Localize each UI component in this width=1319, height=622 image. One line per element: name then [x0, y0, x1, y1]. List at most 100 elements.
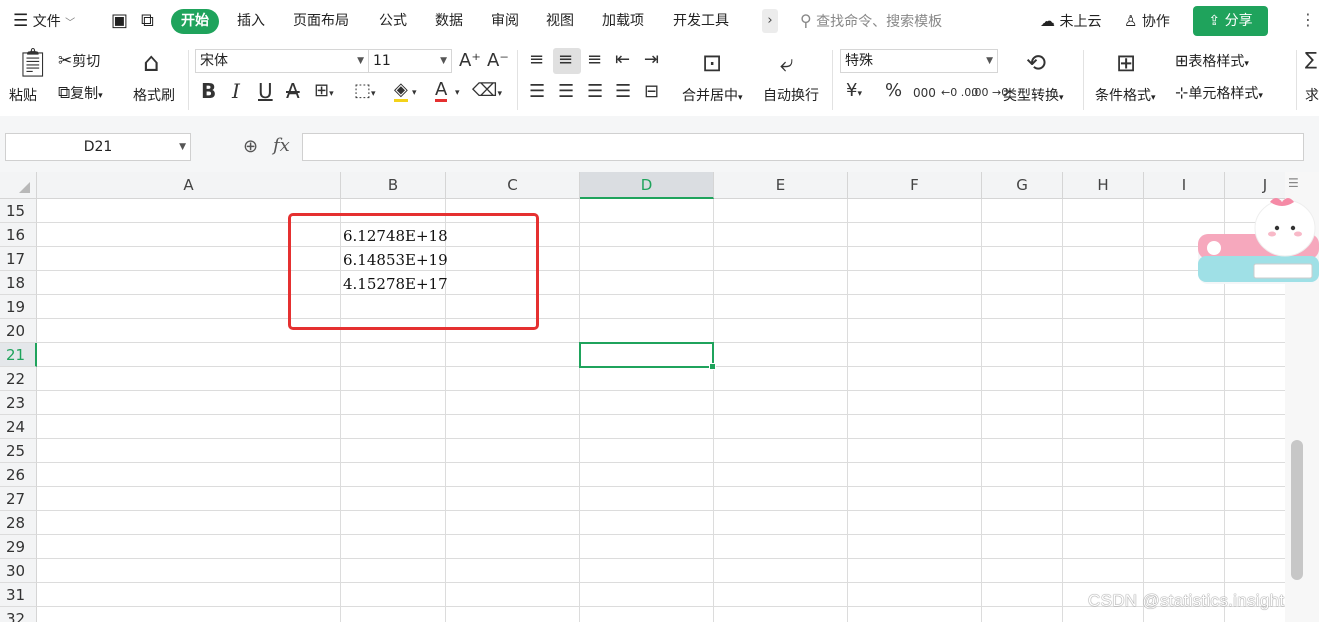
select-all-button[interactable]	[0, 172, 37, 199]
row-header-18[interactable]: 18	[0, 271, 37, 295]
file-menu[interactable]: ☰ 文件 ﹀	[13, 0, 75, 42]
search-box[interactable]: ⚲ 查找命令、搜索模板	[800, 0, 942, 42]
row-header-19[interactable]: 19	[0, 295, 37, 319]
tab-developer[interactable]: 开发工具	[673, 0, 729, 42]
column-header-c[interactable]: C	[446, 172, 580, 199]
align-right-icon[interactable]: ☰	[587, 82, 603, 102]
tab-home[interactable]: 开始	[171, 9, 219, 34]
wrap-text-icon[interactable]: ⤶	[780, 50, 793, 76]
underline-icon[interactable]: U	[258, 81, 273, 101]
row-header-27[interactable]: 27	[0, 487, 37, 511]
column-header-d[interactable]: D	[580, 172, 714, 199]
increase-indent-icon[interactable]: ⇥	[644, 50, 659, 70]
font-size-select[interactable]: 11 ▼	[368, 49, 452, 73]
align-middle-icon[interactable]: ≡	[558, 50, 573, 70]
more-options-icon[interactable]: ⋮	[1300, 10, 1316, 29]
percent-icon[interactable]: %	[885, 81, 902, 101]
column-header-h[interactable]: H	[1063, 172, 1144, 199]
row-header-17[interactable]: 17	[0, 247, 37, 271]
selected-cell-d21[interactable]	[579, 342, 716, 370]
save-icon[interactable]: ▣	[111, 0, 128, 42]
bold-icon[interactable]: B	[201, 81, 216, 101]
tab-view[interactable]: 视图	[546, 0, 574, 42]
row-header-25[interactable]: 25	[0, 439, 37, 463]
cut-button[interactable]: ✂剪切	[58, 51, 100, 71]
row-header-20[interactable]: 20	[0, 319, 37, 343]
fill-pattern-icon[interactable]: ⬚▾	[354, 81, 376, 104]
row-header-22[interactable]: 22	[0, 367, 37, 391]
column-header-a[interactable]: A	[37, 172, 341, 199]
eraser-icon[interactable]: ⌫▾	[472, 81, 502, 104]
strikethrough-icon[interactable]: A	[286, 81, 300, 101]
zoom-icon[interactable]: ⊕	[243, 136, 258, 157]
row-header-16[interactable]: 16	[0, 223, 37, 247]
decrease-indent-icon[interactable]: ⇤	[615, 50, 630, 70]
formula-input[interactable]	[302, 133, 1304, 161]
row-header-29[interactable]: 29	[0, 535, 37, 559]
distribute-icon[interactable]: ⊟	[644, 82, 659, 102]
conditional-format-button[interactable]: 条件格式▾	[1095, 85, 1156, 105]
fx-icon[interactable]: fx	[273, 135, 290, 156]
tab-page-layout[interactable]: 页面布局	[293, 0, 349, 42]
thousands-icon[interactable]: 000	[913, 83, 936, 103]
chevron-down-icon[interactable]: ▾	[455, 83, 460, 103]
merge-center-button[interactable]: 合并居中▾	[682, 85, 743, 105]
border-icon[interactable]: ⊞▾	[314, 81, 334, 104]
column-header-e[interactable]: E	[714, 172, 848, 199]
collab-button[interactable]: ♙ 协作	[1124, 0, 1170, 42]
sum-icon[interactable]: ∑	[1305, 50, 1317, 70]
align-left-icon[interactable]: ☰	[529, 82, 545, 102]
column-header-b[interactable]: B	[341, 172, 446, 199]
row-header-28[interactable]: 28	[0, 511, 37, 535]
merge-cells-icon[interactable]: ⊡	[702, 50, 722, 76]
chevron-down-icon[interactable]: ▾	[412, 83, 417, 103]
column-header-g[interactable]: G	[982, 172, 1063, 199]
tab-insert[interactable]: 插入	[237, 0, 265, 42]
align-center-icon[interactable]: ☰	[558, 82, 574, 102]
tab-data[interactable]: 数据	[435, 0, 463, 42]
row-header-23[interactable]: 23	[0, 391, 37, 415]
row-header-31[interactable]: 31	[0, 583, 37, 607]
paste-button[interactable]: 粘贴	[9, 85, 37, 105]
sum-button[interactable]: 求	[1305, 85, 1319, 105]
scroll-menu-icon[interactable]: ☰	[1288, 176, 1299, 190]
row-header-32[interactable]: 32	[0, 607, 37, 622]
row-header-21[interactable]: 21	[0, 343, 37, 367]
type-convert-button[interactable]: 类型转换▾	[1003, 85, 1064, 105]
cell-style-button[interactable]: ⊹单元格样式▾	[1175, 83, 1263, 103]
scrollbar-thumb[interactable]	[1291, 440, 1303, 580]
font-color-icon[interactable]: A	[435, 81, 448, 102]
name-box[interactable]: D21 ▼	[5, 133, 191, 161]
copy-button[interactable]: ⧉复制▾	[58, 83, 103, 103]
conditional-format-icon[interactable]: ⊞	[1116, 50, 1136, 76]
row-header-24[interactable]: 24	[0, 415, 37, 439]
paste-icon[interactable]: 📋︎	[15, 48, 51, 78]
row-header-15[interactable]: 15	[0, 199, 37, 223]
row-header-26[interactable]: 26	[0, 463, 37, 487]
column-header-f[interactable]: F	[848, 172, 982, 199]
decrease-font-icon[interactable]: A⁻	[487, 51, 509, 71]
tab-addins[interactable]: 加载项	[602, 0, 644, 42]
format-painter-icon[interactable]: ⌂	[143, 48, 160, 78]
format-painter-button[interactable]: 格式刷	[133, 85, 175, 105]
increase-font-icon[interactable]: A⁺	[459, 51, 481, 71]
mascot-widget[interactable]	[1192, 190, 1319, 298]
share-button[interactable]: ⇪ 分享	[1193, 6, 1268, 36]
currency-icon[interactable]: ¥▾	[846, 81, 862, 104]
export-icon[interactable]: ⧉	[141, 0, 154, 42]
justify-icon[interactable]: ☰	[615, 82, 631, 102]
wrap-text-button[interactable]: 自动换行	[763, 85, 819, 105]
align-bottom-icon[interactable]: ≡	[587, 50, 602, 70]
italic-icon[interactable]: I	[232, 81, 240, 101]
row-header-30[interactable]: 30	[0, 559, 37, 583]
table-style-button[interactable]: ⊞表格样式▾	[1175, 51, 1249, 71]
type-convert-icon[interactable]: ⟲	[1026, 50, 1046, 76]
fill-color-icon[interactable]: ◈	[394, 81, 408, 102]
align-top-icon[interactable]: ≡	[529, 50, 544, 70]
tab-review[interactable]: 审阅	[491, 0, 519, 42]
font-name-select[interactable]: 宋体 ▼	[195, 49, 369, 73]
more-tabs-button[interactable]: ›	[762, 9, 778, 33]
number-format-select[interactable]: 特殊 ▼	[840, 49, 998, 73]
tab-formulas[interactable]: 公式	[379, 0, 407, 42]
cloud-status[interactable]: ☁ 未上云	[1040, 0, 1101, 42]
